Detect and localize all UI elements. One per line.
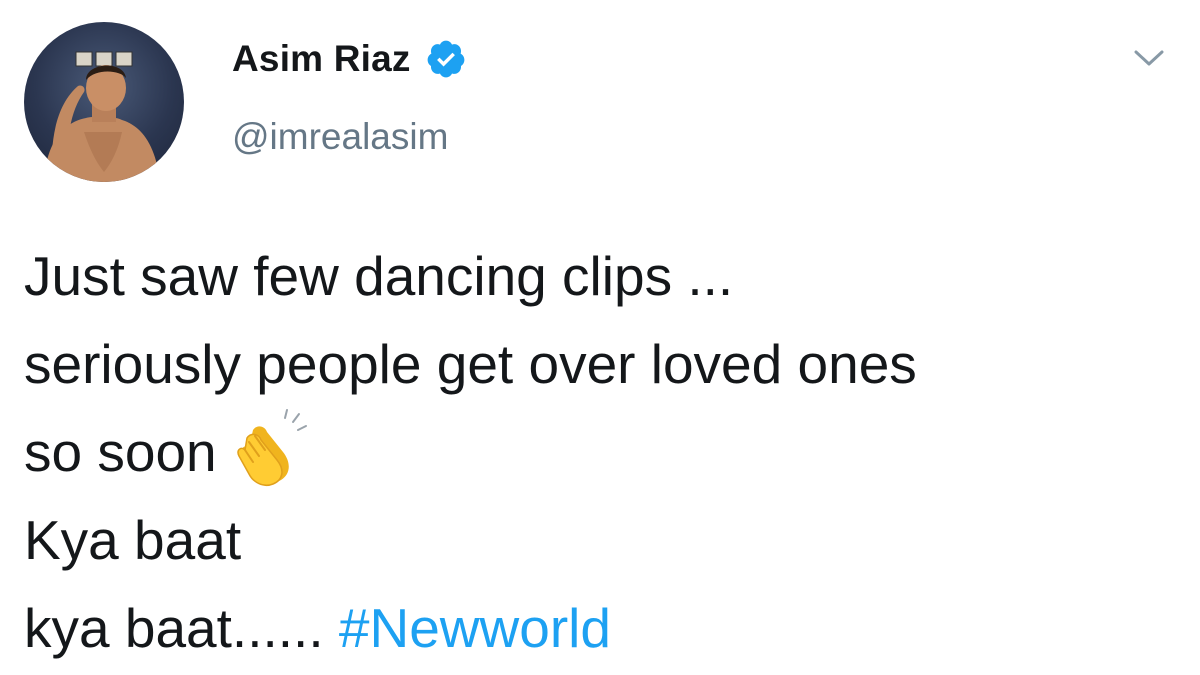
tweet-line-5-text: kya baat......	[24, 597, 339, 659]
tweet-line-1: Just saw few dancing clips ...	[24, 245, 734, 307]
tweet-line-2: seriously people get over loved ones	[24, 333, 917, 395]
author-handle[interactable]: @imrealasim	[232, 116, 448, 158]
hashtag-link[interactable]: #Newworld	[339, 597, 611, 659]
author-name-row: Asim Riaz	[232, 38, 467, 80]
avatar[interactable]	[24, 22, 184, 182]
tweet-line-3: so soon	[24, 408, 1184, 496]
avatar-photo	[44, 51, 160, 182]
verified-badge-icon	[427, 40, 465, 78]
tweet-line-4: Kya baat	[24, 509, 242, 571]
display-name[interactable]: Asim Riaz	[232, 38, 411, 80]
clapping-hands-emoji	[237, 409, 307, 487]
tweet-text: Just saw few dancing clips ... seriously…	[24, 232, 1184, 672]
tweet-line-3-text: so soon	[24, 421, 217, 483]
tweet-line-5: kya baat...... #Newworld	[24, 584, 1184, 672]
chevron-down-icon[interactable]	[1132, 46, 1166, 70]
tweet-card: Asim Riaz @imrealasim Just saw few danci…	[0, 0, 1200, 675]
